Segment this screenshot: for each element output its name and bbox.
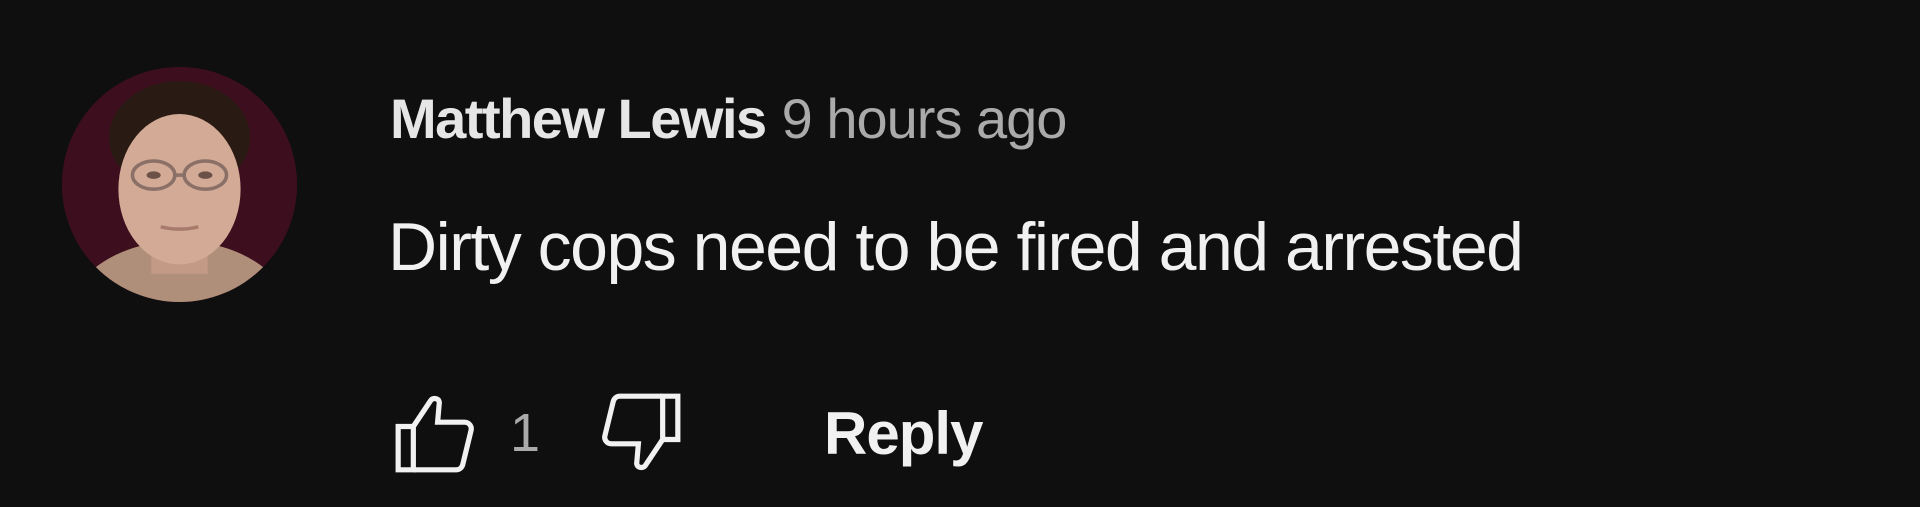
comment-timestamp[interactable]: 9 hours ago [782, 86, 1068, 151]
like-count: 1 [510, 403, 541, 463]
comment-thread: Matthew Lewis 9 hours ago Dirty cops nee… [0, 0, 1920, 507]
thumbs-up-icon [395, 395, 474, 473]
like-button[interactable] [380, 378, 490, 488]
comment-header: Matthew Lewis 9 hours ago [390, 86, 1068, 156]
avatar[interactable] [62, 67, 297, 302]
comment-text: Dirty cops need to be fired and arrested [388, 209, 1524, 285]
thumbs-down-icon [602, 393, 681, 471]
dislike-button[interactable] [586, 378, 696, 488]
comment-author[interactable]: Matthew Lewis [390, 86, 767, 151]
comment-actions: 1 Reply [380, 378, 983, 488]
user-avatar-icon [62, 67, 297, 302]
reply-button[interactable]: Reply [824, 399, 983, 468]
